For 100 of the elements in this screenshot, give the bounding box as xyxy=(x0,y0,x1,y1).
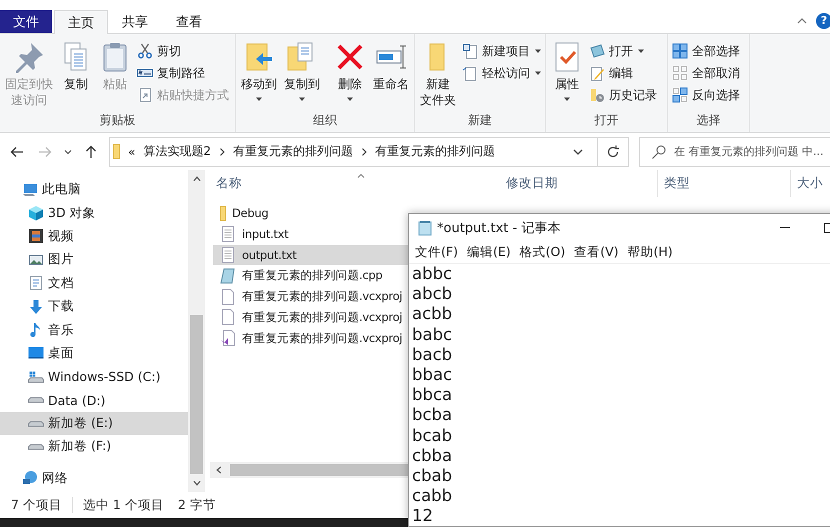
file-row[interactable]: output.txt xyxy=(213,244,408,266)
grid-icon xyxy=(672,87,688,103)
sidebar-item[interactable]: 网络 xyxy=(0,466,188,490)
text-line: bcab xyxy=(412,426,452,444)
file-name: 有重复元素的排列问题.vcxproj xyxy=(242,330,402,346)
down-arrow-icon xyxy=(28,298,44,315)
text-line: babc xyxy=(412,324,452,344)
sidebar-item[interactable]: 音乐 xyxy=(0,318,188,342)
sidebar-item[interactable]: 下载 xyxy=(0,294,188,318)
network-icon xyxy=(22,470,38,486)
search-icon xyxy=(651,144,667,160)
scissors-icon xyxy=(137,43,153,59)
folder-icon xyxy=(113,144,120,159)
sidebar-item[interactable]: 此电脑 xyxy=(0,178,188,202)
text-file-icon xyxy=(220,246,236,263)
column-header[interactable]: 大小 xyxy=(791,170,830,197)
ribbon-button[interactable]: 属性 xyxy=(548,39,586,112)
file-icon xyxy=(220,330,236,346)
group-label: 组织 xyxy=(312,112,338,129)
text-line: 12 xyxy=(412,506,433,526)
address-bar[interactable]: « 算法实现题2 有重复元素的排列问题 有重复元素的排列问题 xyxy=(109,136,629,166)
scrollbar-thumb[interactable] xyxy=(190,315,203,474)
sidebar-item[interactable]: 文档 xyxy=(0,272,188,295)
column-header[interactable]: 类型 xyxy=(658,170,791,197)
sidebar-item[interactable]: 3D 对象 xyxy=(0,201,188,225)
sidebar-item[interactable]: 新加卷 (E:) xyxy=(0,412,188,436)
breadcrumb[interactable]: 有重复元素的排列问题 xyxy=(374,143,495,160)
ribbon-tab[interactable]: 主页 xyxy=(54,10,108,34)
ribbon-button[interactable]: 全部取消 xyxy=(670,63,742,83)
ribbon-tab[interactable]: 文件 xyxy=(0,10,52,33)
file-row[interactable]: input.txt xyxy=(213,224,408,245)
document-icon xyxy=(462,65,478,81)
file-row[interactable]: 有重复元素的排列问题.cpp xyxy=(213,265,408,286)
file-name: 有重复元素的排列问题.cpp xyxy=(242,268,382,284)
sidebar-item[interactable]: 新加卷 (F:) xyxy=(0,435,188,459)
refresh-icon xyxy=(605,144,621,160)
file-row[interactable]: Debug xyxy=(213,203,408,224)
file-name: input.txt xyxy=(242,227,288,242)
pushpin-icon xyxy=(13,41,45,73)
menu-item[interactable]: 格式(O) xyxy=(516,242,570,262)
pencil-document-icon xyxy=(589,65,605,81)
ribbon-button[interactable]: 剪切 xyxy=(135,41,231,61)
ribbon-tab[interactable]: 共享 xyxy=(108,10,162,33)
text-line: abcb xyxy=(412,284,452,304)
file-row[interactable]: 有重复元素的排列问题.vcxproj xyxy=(213,286,408,307)
search-field[interactable]: 在 有重复元素的排列问题 中... xyxy=(639,136,830,166)
ribbon-button[interactable]: 打开 xyxy=(587,41,659,61)
ribbon-button[interactable]: 新建 文件夹 xyxy=(417,39,459,112)
menu-item[interactable]: 文件(F) xyxy=(411,242,462,262)
group-label: 打开 xyxy=(594,112,620,129)
ribbon-button[interactable]: 反向选择 xyxy=(670,85,742,105)
file-row[interactable]: 有重复元素的排列问题.vcxproj xyxy=(213,328,408,349)
scrollbar[interactable] xyxy=(188,170,205,492)
ribbon-button[interactable]: 复制路径 xyxy=(135,63,231,83)
sidebar-item[interactable]: Windows-SSD (C:) xyxy=(0,365,188,389)
ribbon-button[interactable]: 移动到 xyxy=(238,39,280,112)
breadcrumb[interactable]: 有重复元素的排列问题 xyxy=(232,143,353,160)
ribbon-button[interactable]: 重命名 xyxy=(370,39,412,112)
group-label: 新建 xyxy=(467,112,493,129)
help-button[interactable]: ? xyxy=(816,13,830,29)
menu-item[interactable]: 编辑(E) xyxy=(462,242,515,262)
menu-item[interactable]: 帮助(H) xyxy=(624,242,677,262)
drive-icon xyxy=(28,420,44,427)
menu-item[interactable]: 查看(V) xyxy=(570,242,623,262)
sidebar-item[interactable]: Data (D:) xyxy=(0,388,188,412)
sidebar-item[interactable]: 桌面 xyxy=(0,342,188,366)
selection-info: 选中 1 个项目 xyxy=(82,496,164,514)
notepad-icon xyxy=(417,220,433,236)
ribbon-button[interactable]: 轻松访问 xyxy=(460,63,544,83)
breadcrumb[interactable]: 算法实现题2 xyxy=(143,143,211,160)
file-row[interactable]: 有重复元素的排列问题.vcxproj xyxy=(213,306,408,328)
column-header[interactable]: 名称 xyxy=(210,170,500,197)
document-icon xyxy=(462,43,478,59)
text-line: bbca xyxy=(412,385,452,404)
scrollbar-thumb[interactable] xyxy=(230,464,410,476)
group-label: 剪贴板 xyxy=(98,112,136,129)
ribbon-button[interactable]: 历史记录 xyxy=(587,85,659,105)
film-icon xyxy=(28,228,44,244)
folder-clock-icon xyxy=(589,87,605,103)
overflow-link[interactable]: « xyxy=(128,144,136,158)
cube-icon xyxy=(28,205,44,222)
ribbon-button[interactable]: 新建项目 xyxy=(460,41,544,61)
text-area[interactable]: abbc abcb acbb babc bacb bbac bbca bcba bcab cbba cbab cabb 12 xyxy=(409,264,830,526)
folder-icon xyxy=(220,206,226,221)
file-name: output.txt xyxy=(242,248,296,262)
ribbon-button[interactable]: 编辑 xyxy=(587,63,659,83)
text-line: abbc xyxy=(412,264,452,283)
ribbon-button[interactable]: 复制到 xyxy=(281,39,323,112)
blank-file-icon xyxy=(220,309,236,326)
ribbon-button[interactable]: 复制 xyxy=(57,39,95,112)
file-name: Debug xyxy=(232,206,268,220)
ribbon-tab[interactable]: 查看 xyxy=(162,10,216,33)
ribbon-button[interactable]: 全部选择 xyxy=(670,41,742,61)
text-line: cabb xyxy=(412,486,452,506)
window-title: *output.txt - 记事本 xyxy=(437,220,560,236)
scrollbar[interactable] xyxy=(210,462,410,478)
column-header[interactable]: 修改日期 xyxy=(500,170,658,197)
sidebar-item[interactable]: 视频 xyxy=(0,224,188,248)
ribbon-button[interactable]: 删除 xyxy=(331,39,369,112)
sidebar-item[interactable]: 图片 xyxy=(0,248,188,272)
